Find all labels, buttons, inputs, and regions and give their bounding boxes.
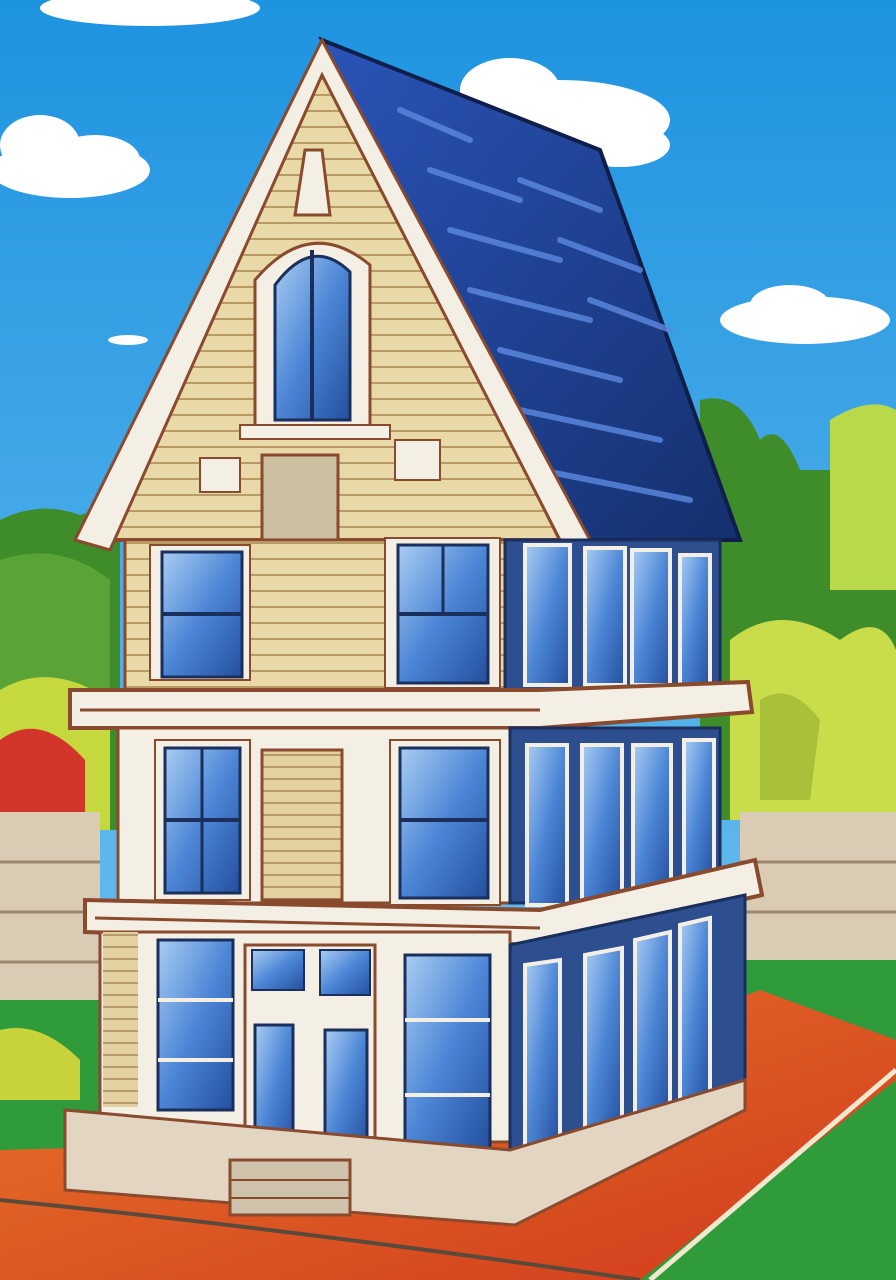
attic-window — [239, 241, 391, 440]
scene-svg — [0, 0, 896, 1280]
cloud-small — [108, 335, 148, 345]
front-steps — [228, 1158, 352, 1217]
trees-left — [0, 508, 120, 830]
floor1-window-left — [156, 938, 235, 1112]
floor3-window-left — [149, 544, 251, 681]
house-illustration — [0, 0, 896, 1280]
floor3-window-center — [384, 537, 501, 689]
floor1-siding-left — [103, 932, 138, 1107]
floor2-window-left — [154, 739, 251, 901]
floor3-side-windows — [523, 543, 712, 687]
floor2-siding-panel — [260, 748, 344, 902]
gable-vent-left — [199, 457, 241, 493]
floor1-window-center — [403, 953, 492, 1152]
gable-vent-right — [394, 439, 441, 481]
floor2-window-center — [389, 739, 501, 906]
ledge-upper — [68, 679, 755, 730]
